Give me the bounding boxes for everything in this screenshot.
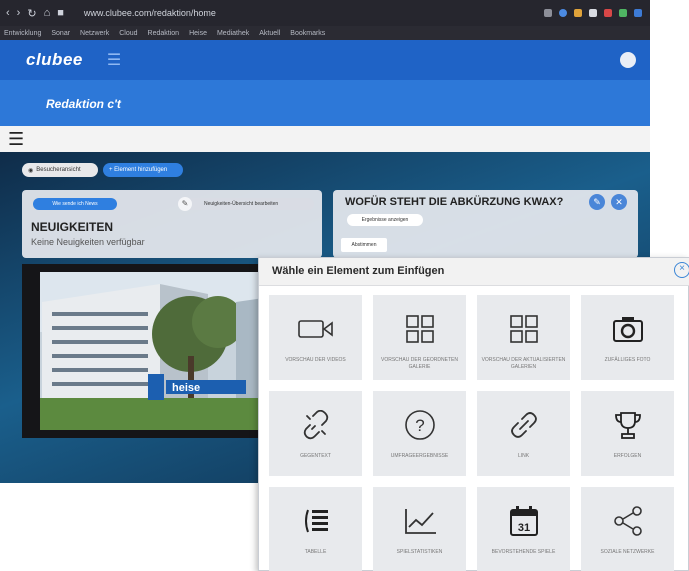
lock-icon: ■ xyxy=(57,7,64,19)
tile-link[interactable]: Link xyxy=(477,391,570,476)
news-title: NEUIGKEITEN xyxy=(31,220,114,234)
quiz-card: WOFÜR STEHT DIE ABKÜRZUNG KWAX? ✎ ✕ Erge… xyxy=(333,190,638,258)
news-pill[interactable]: Wie sende ich News xyxy=(33,198,117,210)
news-card: Wie sende ich News Neuigkeiten-Übersicht… xyxy=(22,190,322,258)
svg-text:?: ? xyxy=(415,416,424,435)
quiz-question: WOFÜR STEHT DIE ABKÜRZUNG KWAX? xyxy=(345,196,564,208)
share-icon xyxy=(581,501,674,541)
tile-label: Vorschau der geordneten Galerie xyxy=(381,357,458,370)
reload-icon[interactable]: ↻ xyxy=(27,7,36,20)
element-picker-modal: Wähle ein Element zum Einfügen × Vorscha… xyxy=(258,257,689,571)
tile-label: Tabelle xyxy=(304,549,327,555)
tile-random-photo[interactable]: Zufälliges Foto xyxy=(581,295,674,380)
grid-icon xyxy=(477,309,570,349)
trophy-icon xyxy=(581,405,674,445)
modal-header: Wähle ein Element zum Einfügen × xyxy=(259,258,689,286)
address-bar[interactable]: www.clubee.com/redaktion/home xyxy=(84,8,216,18)
video-camera-icon xyxy=(269,309,362,349)
broken-link-icon xyxy=(269,405,362,445)
page-menubar: ☰ xyxy=(0,126,650,152)
tile-social[interactable]: Soziale Netzwerke xyxy=(581,487,674,571)
pencil-icon[interactable]: ✎ xyxy=(178,197,192,211)
bookmark-item[interactable]: Redaktion xyxy=(148,30,180,37)
question-icon: ? xyxy=(373,405,466,445)
extensions xyxy=(544,9,642,17)
user-avatar[interactable] xyxy=(620,52,636,68)
tile-gallery-updated[interactable]: Vorschau der aktualisierten Galerien xyxy=(477,295,570,380)
camera-icon xyxy=(581,309,674,349)
edit-news-overview[interactable]: Neuigkeiten-Übersicht bearbeiten xyxy=(182,198,314,210)
add-element-button[interactable]: + Element hinzufügen xyxy=(103,163,183,177)
home-icon[interactable]: ⌂ xyxy=(44,7,51,19)
edit-icon[interactable]: ✎ xyxy=(589,194,605,210)
visitor-view-label: Besucheransicht xyxy=(36,167,81,173)
extension-icon[interactable] xyxy=(574,9,582,17)
show-results-button[interactable]: Ergebnisse anzeigen xyxy=(347,214,423,226)
bookmark-item[interactable]: Netzwerk xyxy=(80,30,109,37)
extension-icon[interactable] xyxy=(589,9,597,17)
bookmark-item[interactable]: Entwicklung xyxy=(4,30,41,37)
club-name: Redaktion c't xyxy=(46,97,121,111)
tile-poll[interactable]: ? Umfrageergebnisse xyxy=(373,391,466,476)
clubee-logo[interactable]: clubee xyxy=(26,50,83,70)
tile-gallery-ordered[interactable]: Vorschau der geordneten Galerie xyxy=(373,295,466,380)
tile-label: Erfolgen xyxy=(613,453,642,459)
tile-table[interactable]: Tabelle xyxy=(269,487,362,571)
bookmark-item[interactable]: Aktuell xyxy=(259,30,280,37)
bookmark-item[interactable]: Bookmarks xyxy=(290,30,325,37)
bookmark-item[interactable]: Mediathek xyxy=(217,30,249,37)
tile-upcoming-games[interactable]: 31 Bevorstehende Spiele xyxy=(477,487,570,571)
tile-label: Link xyxy=(517,453,530,459)
extension-icon[interactable] xyxy=(544,9,552,17)
tile-label: Bevorstehende Spiele xyxy=(491,549,556,555)
eye-icon: ◉ xyxy=(28,167,34,174)
forward-icon[interactable]: › xyxy=(17,7,21,19)
menu-icon[interactable]: ☰ xyxy=(107,50,121,70)
tile-label: Vorschau der aktualisierten Galerien xyxy=(481,357,566,370)
tile-label: Spielstatistiken xyxy=(396,549,443,555)
tile-game-stats[interactable]: Spielstatistiken xyxy=(373,487,466,571)
line-chart-icon xyxy=(373,501,466,541)
tile-video-preview[interactable]: Vorschau der Videos xyxy=(269,295,362,380)
tile-label: Vorschau der Videos xyxy=(285,357,346,363)
table-icon xyxy=(269,501,362,541)
calendar-icon: 31 xyxy=(477,501,570,541)
profile-icon[interactable] xyxy=(559,9,567,17)
grid-icon xyxy=(373,309,466,349)
bookmark-item[interactable]: Heise xyxy=(189,30,207,37)
app-header: clubee ☰ xyxy=(0,40,650,80)
tile-label: Umfrageergebnisse xyxy=(390,453,449,459)
extension-icon[interactable] xyxy=(604,9,612,17)
tile-label: Zufälliges Foto xyxy=(604,357,651,363)
tile-trophy[interactable]: Erfolgen xyxy=(581,391,674,476)
tile-label: Gegentext xyxy=(300,453,331,459)
news-empty-text: Keine Neuigkeiten verfügbar xyxy=(31,237,145,247)
extension-icon[interactable] xyxy=(619,9,627,17)
extension-icon[interactable] xyxy=(634,9,642,17)
calendar-day: 31 xyxy=(517,522,529,534)
delete-icon[interactable]: ✕ xyxy=(611,194,627,210)
bookmark-item[interactable]: Cloud xyxy=(119,30,137,37)
link-icon xyxy=(477,405,570,445)
tile-broken-link[interactable]: Gegentext xyxy=(269,391,362,476)
close-icon[interactable]: × xyxy=(674,262,689,278)
bookmarks-bar: Entwicklung Sonar Netzwerk Cloud Redakti… xyxy=(0,26,650,40)
club-header: Redaktion c't xyxy=(0,80,650,126)
vote-button[interactable]: Abstimmen xyxy=(341,238,387,252)
sign-text: heise xyxy=(172,382,200,394)
visitor-view-button[interactable]: ◉ Besucheransicht xyxy=(22,163,98,177)
browser-nav: ‹ › ↻ ⌂ ■ xyxy=(6,7,64,20)
hamburger-icon[interactable]: ☰ xyxy=(8,129,24,150)
back-icon[interactable]: ‹ xyxy=(6,7,10,19)
bookmark-item[interactable]: Sonar xyxy=(51,30,70,37)
tile-label: Soziale Netzwerke xyxy=(600,549,655,555)
modal-title: Wähle ein Element zum Einfügen xyxy=(272,265,445,277)
browser-toolbar: ‹ › ↻ ⌂ ■ www.clubee.com/redaktion/home xyxy=(0,0,650,26)
